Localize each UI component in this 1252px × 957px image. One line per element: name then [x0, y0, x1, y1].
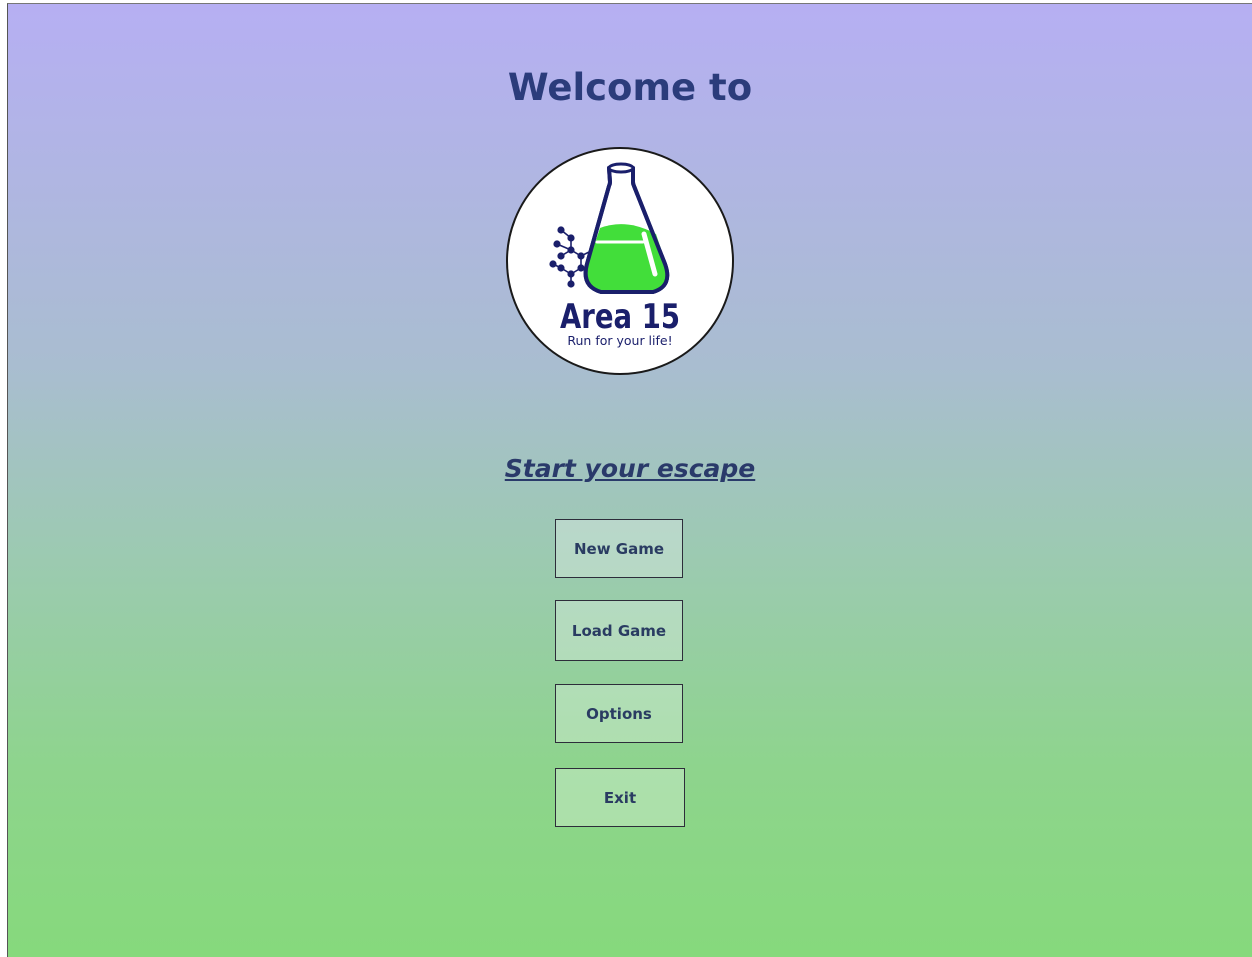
logo-name: Area 15 [560, 297, 680, 337]
exit-button[interactable]: Exit [555, 768, 685, 827]
main-menu-window: Welcome to Area 15 Run for your life! St… [7, 3, 1252, 957]
options-button[interactable]: Options [555, 684, 683, 743]
logo-tagline: Run for your life! [567, 333, 672, 348]
load-game-button[interactable]: Load Game [555, 600, 683, 661]
new-game-button[interactable]: New Game [555, 519, 683, 578]
welcome-title: Welcome to [507, 66, 753, 109]
game-logo: Area 15 Run for your life! [505, 146, 735, 376]
menu-heading: Start your escape [504, 454, 756, 483]
logo-badge: Area 15 Run for your life! [506, 147, 734, 375]
